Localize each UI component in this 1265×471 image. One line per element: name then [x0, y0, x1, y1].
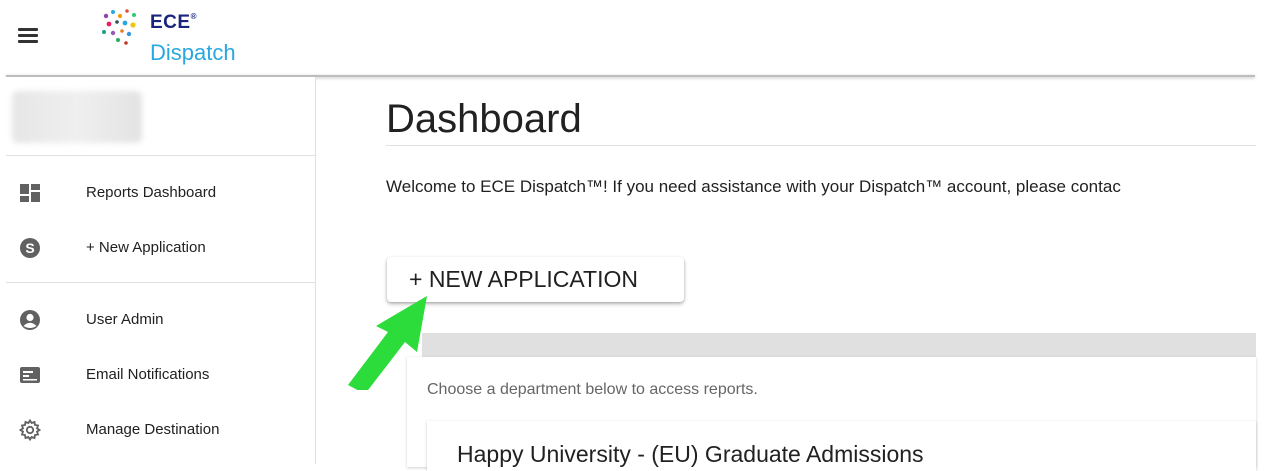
sidebar-item-user-admin[interactable]: User Admin [0, 299, 315, 339]
choose-department-text: Choose a department below to access repo… [427, 381, 758, 398]
dollar-circle-icon: S [20, 238, 40, 258]
sidebar-item-label: Email Notifications [86, 366, 210, 383]
ece-dispatch-logo[interactable]: ECE® Dispatch [98, 6, 268, 68]
email-card-icon [20, 367, 40, 383]
sidebar-item-label: Manage Destination [86, 421, 220, 438]
sidebar-item-label: Reports Dashboard [86, 184, 217, 201]
hamburger-menu-icon[interactable] [14, 22, 44, 50]
logo-dots-icon [102, 9, 136, 45]
dashboard-icon [20, 184, 40, 202]
sidebar-divider [6, 282, 315, 283]
blurred-user-info [12, 91, 142, 143]
page-title: Dashboard [386, 97, 582, 141]
annotation-arrow-icon [348, 296, 427, 390]
sidebar-item-reports-dashboard[interactable]: Reports Dashboard [0, 172, 315, 212]
gear-icon [19, 419, 41, 441]
welcome-message: Welcome to ECE Dispatch™! If you need as… [386, 177, 1121, 196]
sidebar-item-label: User Admin [86, 311, 164, 328]
top-app-bar: ECE® Dispatch [0, 0, 1265, 76]
sidebar-item-email-notifications[interactable]: Email Notifications [0, 354, 315, 394]
section-header-band [422, 333, 1256, 357]
title-divider [386, 145, 1256, 146]
logo-dispatch-text: Dispatch [150, 40, 236, 65]
sidebar-item-manage-destination[interactable]: Manage Destination [0, 409, 315, 449]
sidebar-divider [6, 155, 315, 156]
main-content: Dashboard Welcome to ECE Dispatch™! If y… [316, 77, 1265, 471]
logo-ece-text: ECE® [150, 12, 197, 33]
svg-text:S: S [25, 240, 34, 256]
sidebar: Reports Dashboard S + New Application Us… [0, 77, 316, 464]
sidebar-item-new-application[interactable]: S + New Application [0, 227, 315, 267]
sidebar-item-label: + New Application [86, 239, 206, 256]
account-circle-icon [20, 310, 40, 330]
reports-card: Choose a department below to access repo… [407, 357, 1256, 471]
